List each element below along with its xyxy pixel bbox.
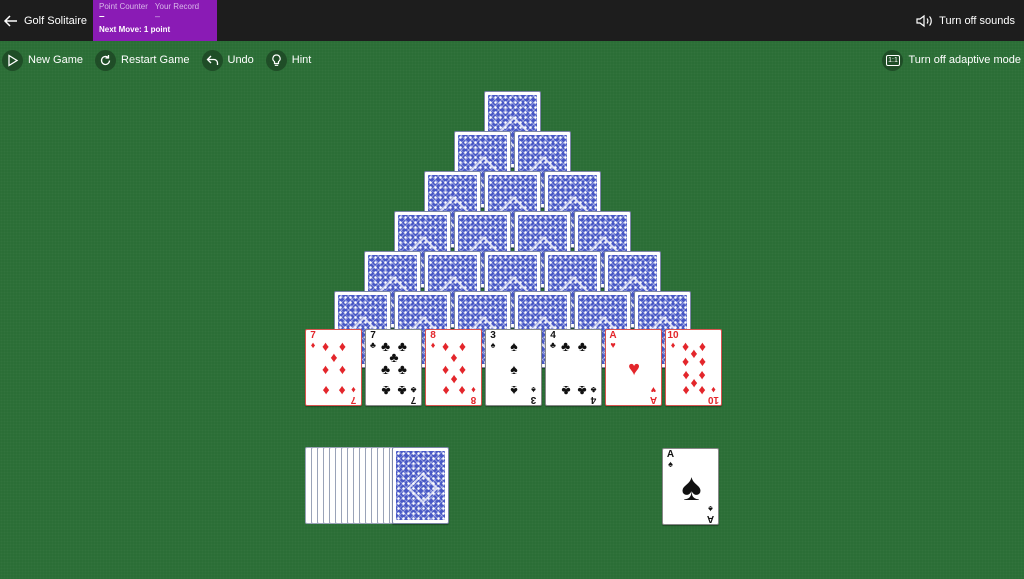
card-rank: A bbox=[649, 394, 657, 405]
undo-icon bbox=[201, 49, 223, 71]
restart-game-label: Restart Game bbox=[121, 54, 190, 66]
top-bar: Golf Solitaire Point Counter Your Record… bbox=[0, 0, 1024, 41]
card-rank: 7 bbox=[410, 394, 416, 405]
card-pip: ♣ bbox=[577, 337, 587, 354]
card-pip: ♦ bbox=[682, 353, 690, 370]
card-rank: 4 bbox=[590, 394, 596, 405]
tableau-card[interactable]: A ♥ A ♥ ♥ bbox=[604, 329, 662, 406]
card-pip: ♦ bbox=[682, 383, 690, 400]
card-pips: ♠ bbox=[674, 455, 707, 518]
card-pip: ♠ bbox=[510, 360, 518, 377]
stock-top-card[interactable] bbox=[392, 447, 449, 524]
your-record-label: Your Record bbox=[154, 2, 200, 11]
card-pip: ♣ bbox=[561, 337, 571, 354]
card-pip: ♦ bbox=[698, 383, 706, 400]
tableau-card[interactable]: 8 ♦ 8 ♦ ♦ ♦ ♦ ♦ ♦ ♦ ♦ ♦ bbox=[424, 329, 482, 406]
point-counter-value: – bbox=[99, 11, 105, 22]
back-button[interactable]: Golf Solitaire bbox=[0, 0, 90, 41]
card-pips: ♦ ♦ ♦ ♦ ♦ ♦ ♦ ♦ ♦ ♦ bbox=[677, 336, 710, 400]
point-counter-panel: Point Counter Your Record – – Next Move:… bbox=[93, 0, 217, 41]
card-pips: ♦ ♦ ♦ ♦ ♦ ♦ ♦ bbox=[317, 336, 350, 400]
adaptive-mode-label: Turn off adaptive mode bbox=[908, 54, 1021, 66]
card-rank: A bbox=[706, 513, 715, 524]
card-pip: ♠ bbox=[510, 383, 518, 400]
lightbulb-icon bbox=[265, 49, 287, 71]
back-arrow-icon bbox=[3, 14, 17, 27]
restart-game-button[interactable]: Restart Game bbox=[95, 48, 190, 72]
tableau-card[interactable]: 10 ♦ 10 ♦ ♦ ♦ ♦ ♦ ♦ ♦ ♦ ♦ ♦ ♦ bbox=[664, 329, 722, 406]
tableau-card[interactable]: 7 ♦ 7 ♦ ♦ ♦ ♦ ♦ ♦ ♦ ♦ bbox=[304, 329, 362, 406]
card-pip: ♣ bbox=[381, 360, 391, 377]
hint-label: Hint bbox=[291, 54, 312, 66]
card-rank: 3 bbox=[530, 394, 536, 405]
card-pip: ♦ bbox=[338, 360, 346, 377]
restart-icon bbox=[95, 49, 117, 71]
card-pips: ♦ ♦ ♦ ♦ ♦ ♦ ♦ ♦ bbox=[437, 336, 470, 400]
card-pips: ♥ bbox=[617, 336, 650, 399]
aspect-ratio-icon-text: 1:1 bbox=[886, 54, 900, 66]
waste-pile-card: A ♠ A ♠ ♠ bbox=[662, 448, 719, 525]
card-pips: ♣ ♣ ♣ ♣ ♣ ♣ ♣ bbox=[377, 336, 410, 400]
sound-toggle-button[interactable]: Turn off sounds bbox=[916, 0, 1015, 41]
card-pip: ♣ bbox=[397, 360, 407, 377]
card-pip: ♦ bbox=[322, 383, 330, 400]
next-move-text: Next Move: 1 point bbox=[99, 25, 171, 34]
card-pips: ♠ ♠ ♠ bbox=[497, 336, 530, 400]
hint-button[interactable]: Hint bbox=[265, 48, 312, 72]
aspect-ratio-icon: 1:1 bbox=[882, 49, 904, 71]
your-record-value: – bbox=[155, 11, 161, 21]
point-counter-label: Point Counter bbox=[99, 2, 148, 11]
card-pips: ♣ ♣ ♣ ♣ bbox=[557, 336, 590, 400]
app-title: Golf Solitaire bbox=[24, 14, 87, 27]
new-game-button[interactable]: New Game bbox=[2, 48, 83, 72]
tableau-card[interactable]: 4 ♣ 4 ♣ ♣ ♣ ♣ ♣ bbox=[544, 329, 602, 406]
undo-label: Undo bbox=[227, 54, 254, 66]
stock-pile[interactable] bbox=[305, 447, 409, 524]
card-pip: ♠ bbox=[510, 337, 518, 354]
undo-button[interactable]: Undo bbox=[201, 48, 254, 72]
tableau-card[interactable]: 3 ♠ 3 ♠ ♠ ♠ ♠ bbox=[484, 329, 542, 406]
card-pip: ♥ bbox=[628, 357, 640, 380]
card-pip: ♠ bbox=[681, 466, 702, 509]
game-toolbar: New Game Restart Game Undo Hint bbox=[2, 48, 323, 72]
tableau-card[interactable]: 7 ♣ 7 ♣ ♣ ♣ ♣ ♣ ♣ ♣ ♣ bbox=[364, 329, 422, 406]
card-pip: ♦ bbox=[322, 360, 330, 377]
sound-toggle-label: Turn off sounds bbox=[939, 14, 1015, 27]
card-pip: ♣ bbox=[381, 383, 391, 400]
card-pip: ♦ bbox=[458, 383, 466, 400]
card-pip: ♣ bbox=[397, 383, 407, 400]
card-pip: ♦ bbox=[338, 383, 346, 400]
play-icon bbox=[2, 49, 23, 71]
speaker-icon bbox=[916, 14, 932, 27]
adaptive-mode-button[interactable]: 1:1 Turn off adaptive mode bbox=[882, 48, 1021, 72]
card-pip: ♦ bbox=[442, 383, 450, 400]
card-pip: ♣ bbox=[577, 383, 587, 400]
card-rank: 7 bbox=[350, 394, 356, 405]
card-pip: ♦ bbox=[698, 353, 706, 370]
new-game-label: New Game bbox=[28, 54, 84, 66]
card-rank: 8 bbox=[470, 394, 476, 405]
card-pip: ♣ bbox=[561, 383, 571, 400]
